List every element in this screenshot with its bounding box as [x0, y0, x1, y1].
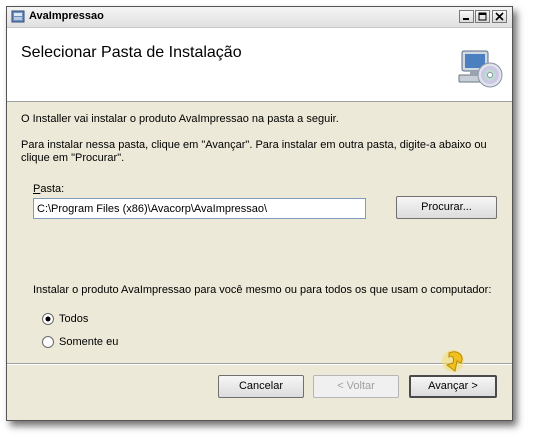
- computer-cd-icon: [458, 50, 503, 88]
- maximize-icon[interactable]: [475, 10, 490, 23]
- click-pointer-icon: [442, 350, 464, 372]
- radio-somente-eu[interactable]: [41, 335, 55, 349]
- folder-label: Pasta:: [33, 183, 64, 196]
- minimize-icon[interactable]: [459, 10, 474, 23]
- close-icon[interactable]: [492, 10, 507, 23]
- installer-window: AvaImpressao Selecionar Pasta de Instala…: [6, 6, 513, 421]
- title-bar[interactable]: AvaImpressao: [7, 7, 512, 28]
- cancel-button[interactable]: Cancelar: [218, 375, 304, 398]
- intro-text: O Installer vai instalar o produto AvaIm…: [21, 113, 339, 125]
- window-title: AvaImpressao: [29, 10, 104, 22]
- browse-button[interactable]: Procurar...: [396, 196, 497, 219]
- wizard-header: Selecionar Pasta de Instalação: [7, 28, 512, 102]
- app-icon: [11, 10, 25, 23]
- folder-path-input[interactable]: [33, 198, 366, 219]
- back-button[interactable]: < Voltar: [313, 375, 399, 398]
- scope-question-text: Instalar o produto AvaImpressao para voc…: [33, 284, 492, 296]
- radio-todos[interactable]: [41, 312, 55, 326]
- instructions-text: Para instalar nessa pasta, clique em "Av…: [21, 139, 487, 164]
- radio-todos-label[interactable]: Todos: [59, 313, 88, 325]
- page-title: Selecionar Pasta de Instalação: [21, 44, 242, 61]
- radio-somente-eu-label[interactable]: Somente eu: [59, 336, 118, 348]
- folder-label-text: asta:: [40, 183, 65, 195]
